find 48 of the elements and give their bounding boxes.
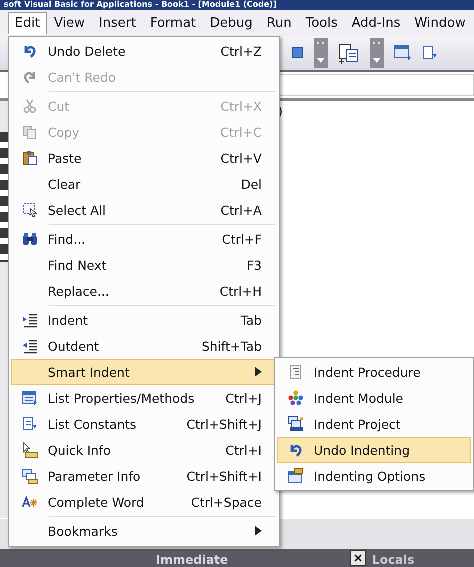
- menu-item[interactable]: Indent Module: [277, 385, 471, 411]
- text-star-icon: [22, 494, 38, 510]
- dots-cluster-icon: [288, 390, 304, 406]
- toolbar-grip-icon: [370, 38, 384, 68]
- outdent-icon: [22, 338, 38, 354]
- stop-icon: [292, 47, 304, 59]
- document-lines-icon: [288, 364, 304, 380]
- close-button[interactable]: ×: [350, 550, 366, 566]
- submenu-arrow-icon: [255, 526, 262, 536]
- menu-item[interactable]: Smart Indent: [11, 359, 277, 385]
- binoculars-icon: [22, 231, 38, 247]
- options-window-icon: [288, 468, 304, 484]
- paste-icon: [338, 42, 360, 64]
- submenu-arrow-icon: [255, 367, 262, 377]
- list-arrow-icon: [422, 45, 438, 61]
- menu-item[interactable]: Edit: [8, 12, 48, 34]
- undo-icon: [22, 43, 38, 59]
- redo-icon: [22, 69, 38, 85]
- copy-icon: [22, 124, 38, 140]
- menu-item[interactable]: Undo Indenting: [277, 437, 471, 463]
- window-list-icon: [394, 45, 412, 61]
- menu-item[interactable]: Bookmarks: [11, 518, 277, 544]
- menu-item[interactable]: Insert: [92, 12, 144, 34]
- toolbar-grip-icon: [314, 38, 328, 68]
- pointer-card-icon: [22, 442, 38, 458]
- selection-icon: [22, 202, 38, 218]
- menu-item[interactable]: Window: [408, 12, 473, 34]
- menu-item[interactable]: Format: [143, 12, 204, 34]
- clipboard-icon: [22, 150, 38, 166]
- menu-item[interactable]: Debug: [203, 12, 260, 34]
- menu-item[interactable]: Indent Project: [277, 411, 471, 437]
- indent-icon: [22, 312, 38, 328]
- stacked-windows-icon: [288, 416, 304, 432]
- menu-item[interactable]: Tools: [298, 12, 345, 34]
- scissors-icon: [22, 98, 38, 114]
- menu-item[interactable]: Indent Procedure: [277, 359, 471, 385]
- undo-icon: [288, 442, 304, 458]
- list-arrow-icon: [22, 416, 38, 432]
- pane-title[interactable]: Immediate: [156, 553, 228, 567]
- parameter-icon: [22, 468, 38, 484]
- menu-item[interactable]: Undo Delete Ctrl+Z: [11, 38, 277, 64]
- menu-item[interactable]: Indenting Options: [277, 463, 471, 489]
- list-window-icon: [22, 390, 38, 406]
- window-title: soft Visual Basic for Applications - Book1 - [Module1 (Code)]: [4, 0, 277, 10]
- pane-title[interactable]: Locals: [372, 553, 415, 567]
- menu-item[interactable]: Add-Ins: [344, 12, 408, 34]
- menu-item[interactable]: View: [47, 12, 92, 34]
- menu-item[interactable]: Run: [260, 12, 299, 34]
